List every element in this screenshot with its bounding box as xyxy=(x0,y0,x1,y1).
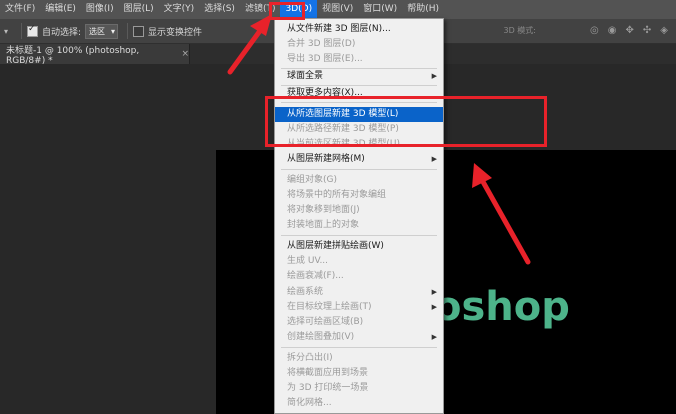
menu-image[interactable]: 图像(I) xyxy=(81,0,119,19)
3d-dropdown-menu: 从文件新建 3D 图层(N)... 合并 3D 图层(D) 导出 3D 图层(E… xyxy=(274,18,444,414)
menu-bar: 文件(F) 编辑(E) 图像(I) 图层(L) 文字(Y) 选择(S) 滤镜(T… xyxy=(0,0,676,19)
show-transform-checkbox[interactable] xyxy=(133,25,145,37)
slide-icon[interactable]: ✣ xyxy=(643,25,651,36)
menu-window[interactable]: 窗口(W) xyxy=(358,0,402,19)
document-tab[interactable]: 未标题-1 @ 100% (photoshop, RGB/8#) * × xyxy=(0,44,190,66)
auto-select-label: 自动选择: xyxy=(42,27,82,38)
menu-item-label: 在目标纹理上绘画(T) xyxy=(287,302,372,312)
menu-item-select-paintable-areas[interactable]: 选择可绘画区域(B) xyxy=(275,315,443,330)
submenu-arrow-icon: ▶ xyxy=(431,72,437,80)
menu-separator xyxy=(281,235,437,236)
menu-item-label: 绘画系统 xyxy=(287,287,324,297)
menu-item-merge-3d[interactable]: 合并 3D 图层(D) xyxy=(275,37,443,52)
menu-file[interactable]: 文件(F) xyxy=(0,0,40,19)
menu-item-create-painting-overlay[interactable]: 创建绘图叠加(V) ▶ xyxy=(275,330,443,345)
menu-item-pack-objects[interactable]: 封装地面上的对象 xyxy=(275,218,443,233)
menu-item-group-objects[interactable]: 编组对象(G) xyxy=(275,173,443,188)
menu-item-new-3d-from-file[interactable]: 从文件新建 3D 图层(N)... xyxy=(275,22,443,37)
submenu-arrow-icon: ▶ xyxy=(431,288,437,296)
menu-select[interactable]: 选择(S) xyxy=(199,0,240,19)
3d-mode-icons: ◎ ◉ ✥ ✣ ◈ xyxy=(590,25,668,36)
3d-mode-label: 3D 模式: xyxy=(503,26,537,35)
menu-edit[interactable]: 编辑(E) xyxy=(40,0,81,19)
menu-type[interactable]: 文字(Y) xyxy=(159,0,200,19)
submenu-arrow-icon: ▶ xyxy=(431,303,437,311)
menu-item-apply-cross-section[interactable]: 将横截面应用到场景 xyxy=(275,366,443,381)
menu-separator xyxy=(281,347,437,348)
close-icon[interactable]: × xyxy=(181,49,189,59)
menu-item-unify-for-3d-print[interactable]: 为 3D 打印统一场景 xyxy=(275,381,443,396)
menu-item-paint-on-target-texture[interactable]: 在目标纹理上绘画(T) ▶ xyxy=(275,300,443,315)
divider xyxy=(127,23,129,39)
tool-preset-chevron-icon[interactable]: ▾ xyxy=(4,27,16,36)
auto-select-dropdown[interactable]: 选区 xyxy=(85,23,119,39)
menu-item-generate-uv[interactable]: 生成 UV... xyxy=(275,254,443,269)
menu-item-move-to-ground[interactable]: 将对象移到地面(J) xyxy=(275,203,443,218)
pan-icon[interactable]: ✥ xyxy=(626,25,634,36)
scale-icon[interactable]: ◈ xyxy=(660,25,668,36)
menu-item-label: 球面全景 xyxy=(287,71,324,81)
menu-item-paint-falloff[interactable]: 绘画衰减(F)... xyxy=(275,269,443,284)
menu-item-export-3d[interactable]: 导出 3D 图层(E)... xyxy=(275,52,443,67)
divider xyxy=(21,23,22,39)
menu-layer[interactable]: 图层(L) xyxy=(119,0,159,19)
menu-item-label: 创建绘图叠加(V) xyxy=(287,332,355,342)
document-tab-title: 未标题-1 @ 100% (photoshop, RGB/8#) * xyxy=(6,45,140,66)
menu-item-new-tiled-painting[interactable]: 从图层新建拼贴绘画(W) xyxy=(275,239,443,254)
annotation-box-new-3d-model xyxy=(265,96,547,147)
menu-item-label: 从图层新建网格(M) xyxy=(287,154,365,164)
menu-help[interactable]: 帮助(H) xyxy=(402,0,444,19)
submenu-arrow-icon: ▶ xyxy=(431,155,437,163)
menu-item-spherical-panorama[interactable]: 球面全景 ▶ xyxy=(275,69,443,84)
menu-item-split-extrusion[interactable]: 拆分凸出(I) xyxy=(275,351,443,366)
orbit-icon[interactable]: ◎ xyxy=(590,25,599,36)
submenu-arrow-icon: ▶ xyxy=(431,333,437,341)
menu-separator xyxy=(281,169,437,170)
menu-item-simplify-mesh[interactable]: 简化网格... xyxy=(275,396,443,411)
menu-view[interactable]: 视图(V) xyxy=(317,0,358,19)
roll-icon[interactable]: ◉ xyxy=(608,25,617,36)
annotation-box-3d-menu xyxy=(269,2,305,20)
auto-select-checkbox[interactable] xyxy=(27,24,38,37)
menu-item-new-mesh-from-layer[interactable]: 从图层新建网格(M) ▶ xyxy=(275,152,443,167)
show-transform-label: 显示变换控件 xyxy=(148,27,203,38)
canvas-text-layer: oshop xyxy=(434,284,570,330)
menu-item-paint-system[interactable]: 绘画系统 ▶ xyxy=(275,285,443,300)
menu-item-group-all-objects[interactable]: 将场景中的所有对象编组 xyxy=(275,188,443,203)
